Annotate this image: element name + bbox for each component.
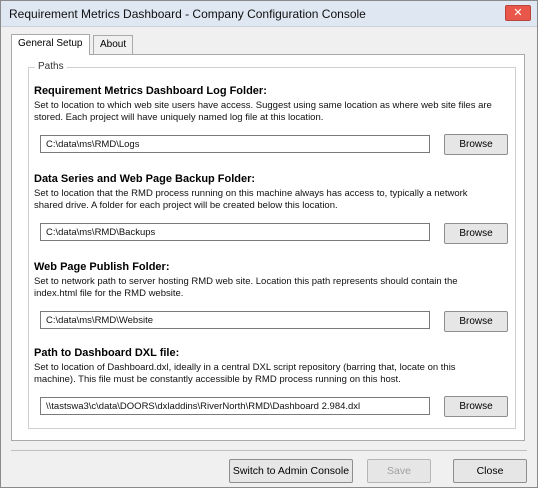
publish-folder-input[interactable] <box>40 311 430 329</box>
log-folder-browse-button[interactable]: Browse <box>444 134 508 155</box>
dxl-file-description: Set to location of Dashboard.dxl, ideall… <box>34 362 456 385</box>
dxl-file-browse-button[interactable]: Browse <box>444 396 508 417</box>
dxl-file-title: Path to Dashboard DXL file: <box>34 347 180 359</box>
log-folder-input[interactable] <box>40 135 430 153</box>
backup-folder-title: Data Series and Web Page Backup Folder: <box>34 173 256 185</box>
save-button[interactable]: Save <box>367 459 431 483</box>
log-folder-title: Requirement Metrics Dashboard Log Folder… <box>34 85 267 97</box>
tab-general-setup[interactable]: General Setup <box>11 34 90 55</box>
backup-folder-browse-button[interactable]: Browse <box>444 223 508 244</box>
general-setup-panel: Paths Requirement Metrics Dashboard Log … <box>11 54 525 441</box>
config-window: Requirement Metrics Dashboard - Company … <box>0 0 538 488</box>
footer-divider <box>11 450 527 451</box>
tab-label: About <box>100 39 127 50</box>
title-bar[interactable]: Requirement Metrics Dashboard - Company … <box>1 1 537 27</box>
backup-folder-input[interactable] <box>40 223 430 241</box>
backup-folder-description: Set to location that the RMD process run… <box>34 188 468 211</box>
window-close-button[interactable]: ✕ <box>505 5 531 21</box>
close-icon: ✕ <box>513 7 523 19</box>
window-title: Requirement Metrics Dashboard - Company … <box>9 7 366 21</box>
paths-group-legend: Paths <box>35 61 67 72</box>
log-folder-description: Set to location to which web site users … <box>34 100 492 123</box>
publish-folder-title: Web Page Publish Folder: <box>34 261 170 273</box>
tab-about[interactable]: About <box>93 35 134 55</box>
dxl-file-input[interactable] <box>40 397 430 415</box>
close-button[interactable]: Close <box>453 459 527 483</box>
switch-admin-console-button[interactable]: Switch to Admin Console <box>229 459 353 483</box>
tab-label: General Setup <box>18 38 83 49</box>
publish-folder-description: Set to network path to server hosting RM… <box>34 276 458 299</box>
publish-folder-browse-button[interactable]: Browse <box>444 311 508 332</box>
